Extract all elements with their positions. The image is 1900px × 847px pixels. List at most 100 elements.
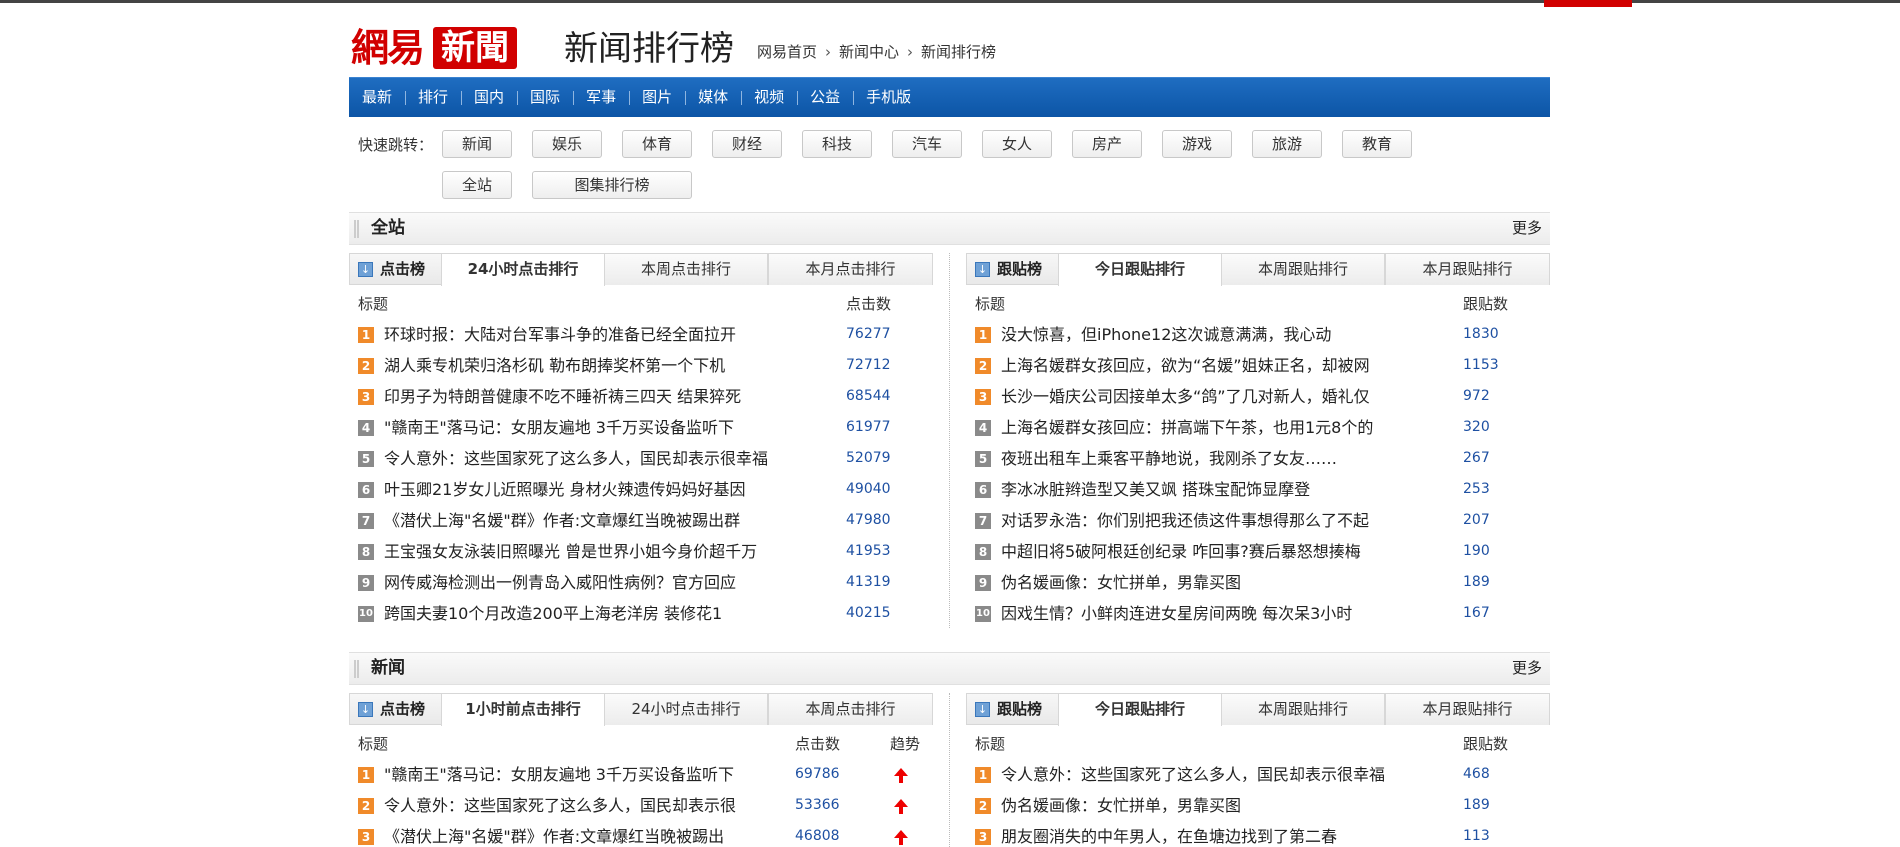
ranking-row[interactable]: 4 "赣南王"落马记：女朋友遍地 3千万买设备监听下 61977	[349, 412, 933, 443]
tab-week-click[interactable]: 本周点击排行	[768, 693, 933, 725]
nav-item-video[interactable]: 视频	[741, 78, 797, 116]
headline-link[interactable]: 令人意外：这些国家死了这么多人，国民却表示很幸福	[1001, 759, 1451, 790]
quick-jump-all-button[interactable]: 全站	[442, 171, 512, 199]
breadcrumb-news-center[interactable]: 新闻中心	[839, 42, 899, 62]
headline-link[interactable]: 长沙一婚庆公司因接单太多“鸽”了几对新人，婚礼仅	[1001, 381, 1451, 412]
ranking-row[interactable]: 10 跨国夫妻10个月改造200平上海老洋房 装修花1 40215	[349, 598, 933, 629]
headline-link[interactable]: 因戏生情？小鲜肉连进女星房间两晚 每次呆3小时	[1001, 598, 1451, 629]
headline-link[interactable]: 中超旧将5破阿根廷创纪录 咋回事?赛后暴怒想揍梅	[1001, 536, 1451, 567]
nav-item-ranking[interactable]: 排行	[405, 78, 461, 116]
count-value: 190	[1463, 543, 1490, 559]
headline-link[interactable]: 夜班出租车上乘客平静地说，我刚杀了女友……	[1001, 443, 1451, 474]
tab-week-follow[interactable]: 本周跟贴排行	[1221, 693, 1385, 725]
tab-month-follow[interactable]: 本月跟贴排行	[1385, 253, 1550, 285]
ranking-row[interactable]: 1 令人意外：这些国家死了这么多人，国民却表示很幸福 468	[966, 759, 1550, 790]
headline-link[interactable]: 上海名媛群女孩回应：拼高端下午茶，也用1元8个的	[1001, 412, 1451, 443]
headline-link[interactable]: 对话罗永浩：你们别把我还债这件事想得那么了不起	[1001, 505, 1451, 536]
ranking-row[interactable]: 9 伪名媛画像：女忙拼单，男靠买图 189	[966, 567, 1550, 598]
headline-link[interactable]: "赣南王"落马记：女朋友遍地 3千万买设备监听下	[384, 759, 784, 790]
quick-jump-entertainment-button[interactable]: 娱乐	[532, 130, 602, 158]
nav-item-international[interactable]: 国际	[517, 78, 573, 116]
tab-24h-click[interactable]: 24小时点击排行	[441, 253, 605, 286]
quick-jump-education-button[interactable]: 教育	[1342, 130, 1412, 158]
nav-item-mobile[interactable]: 手机版	[853, 78, 924, 116]
quick-jump-news-button[interactable]: 新闻	[442, 130, 512, 158]
headline-link[interactable]: 《潜伏上海"名媛"群》作者:文章爆红当晚被踢出群	[384, 505, 834, 536]
ranking-row[interactable]: 5 令人意外：这些国家死了这么多人，国民却表示很幸福 52079	[349, 443, 933, 474]
headline-link[interactable]: 李冰冰脏辫造型又美又飒 搭珠宝配饰显摩登	[1001, 474, 1451, 505]
quick-jump-house-button[interactable]: 房产	[1072, 130, 1142, 158]
rank-badge: 1	[358, 327, 374, 343]
ranking-row[interactable]: 7 《潜伏上海"名媛"群》作者:文章爆红当晚被踢出群 47980	[349, 505, 933, 536]
ranking-row[interactable]: 2 湖人乘专机荣归洛杉矶 勒布朗捧奖杯第一个下机 72712	[349, 350, 933, 381]
headline-link[interactable]: 跨国夫妻10个月改造200平上海老洋房 装修花1	[384, 598, 834, 629]
ranking-row[interactable]: 8 中超旧将5破阿根廷创纪录 咋回事?赛后暴怒想揍梅 190	[966, 536, 1550, 567]
headline-link[interactable]: 伪名媛画像：女忙拼单，男靠买图	[1001, 790, 1451, 821]
headline-link[interactable]: 令人意外：这些国家死了这么多人，国民却表示很	[384, 790, 784, 821]
nav-item-latest[interactable]: 最新	[349, 78, 405, 116]
headline-link[interactable]: 伪名媛画像：女忙拼单，男靠买图	[1001, 567, 1451, 598]
ranking-row[interactable]: 1 没大惊喜，但iPhone12这次诚意满满，我心动 1830	[966, 319, 1550, 350]
ranking-row[interactable]: 4 上海名媛群女孩回应：拼高端下午茶，也用1元8个的 320	[966, 412, 1550, 443]
headline-link[interactable]: 印男子为特朗普健康不吃不睡祈祷三四天 结果猝死	[384, 381, 834, 412]
ranking-row[interactable]: 3 印男子为特朗普健康不吃不睡祈祷三四天 结果猝死 68544	[349, 381, 933, 412]
headline-link[interactable]: 湖人乘专机荣归洛杉矶 勒布朗捧奖杯第一个下机	[384, 350, 834, 381]
more-link[interactable]: 更多	[1512, 213, 1542, 244]
nav-item-charity[interactable]: 公益	[797, 78, 853, 116]
tab-week-click[interactable]: 本周点击排行	[604, 253, 768, 285]
tab-week-follow[interactable]: 本周跟贴排行	[1221, 253, 1385, 285]
headline-link[interactable]: 环球时报：大陆对台军事斗争的准备已经全面拉开	[384, 319, 834, 350]
nav-item-military[interactable]: 军事	[573, 78, 629, 116]
ranking-row[interactable]: 6 叶玉卿21岁女儿近照曝光 身材火辣遗传妈妈好基因 49040	[349, 474, 933, 505]
headline-link[interactable]: 令人意外：这些国家死了这么多人，国民却表示很幸福	[384, 443, 834, 474]
quick-jump-games-button[interactable]: 游戏	[1162, 130, 1232, 158]
headline-link[interactable]: 叶玉卿21岁女儿近照曝光 身材火辣遗传妈妈好基因	[384, 474, 834, 505]
count-value: 207	[1463, 512, 1490, 528]
netease-news-logo[interactable]: 網易 新聞	[351, 26, 518, 70]
nav-item-pictures[interactable]: 图片	[629, 78, 685, 116]
tab-month-follow[interactable]: 本月跟贴排行	[1385, 693, 1550, 725]
quick-jump-women-button[interactable]: 女人	[982, 130, 1052, 158]
ranking-row[interactable]: 7 对话罗永浩：你们别把我还债这件事想得那么了不起 207	[966, 505, 1550, 536]
tab-24h-click[interactable]: 24小时点击排行	[604, 693, 768, 725]
more-link[interactable]: 更多	[1512, 653, 1542, 684]
ranking-row[interactable]: 8 王宝强女友泳装旧照曝光 曾是世界小姐今身价超千万 41953	[349, 536, 933, 567]
ranking-row[interactable]: 9 网传威海检测出一例青岛入威阳性病例？官方回应 41319	[349, 567, 933, 598]
headline-link[interactable]: 《潜伏上海"名媛"群》作者:文章爆红当晚被踢出	[384, 821, 784, 847]
quick-jump-gallery-ranking-button[interactable]: 图集排行榜	[532, 171, 692, 199]
ranking-row[interactable]: 3 长沙一婚庆公司因接单太多“鸽”了几对新人，婚礼仅 972	[966, 381, 1550, 412]
headline-link[interactable]: 没大惊喜，但iPhone12这次诚意满满，我心动	[1001, 319, 1451, 350]
headline-link[interactable]: 朋友圈消失的中年男人，在鱼塘边找到了第二春	[1001, 821, 1451, 847]
quick-jump-tech-button[interactable]: 科技	[802, 130, 872, 158]
ranking-row[interactable]: 2 伪名媛画像：女忙拼单，男靠买图 189	[966, 790, 1550, 821]
ranking-row[interactable]: 5 夜班出租车上乘客平静地说，我刚杀了女友…… 267	[966, 443, 1550, 474]
click-ranking-lead: ↓ 点击榜	[349, 253, 442, 284]
headline-link[interactable]: "赣南王"落马记：女朋友遍地 3千万买设备监听下	[384, 412, 834, 443]
count-value: 49040	[846, 481, 891, 497]
rank-badge: 3	[358, 389, 374, 405]
tab-month-click[interactable]: 本月点击排行	[768, 253, 933, 285]
nav-item-media[interactable]: 媒体	[685, 78, 741, 116]
ranking-row[interactable]: 1 环球时报：大陆对台军事斗争的准备已经全面拉开 76277	[349, 319, 933, 350]
ranking-row[interactable]: 6 李冰冰脏辫造型又美又飒 搭珠宝配饰显摩登 253	[966, 474, 1550, 505]
headline-link[interactable]: 网传威海检测出一例青岛入威阳性病例？官方回应	[384, 567, 834, 598]
nav-item-domestic[interactable]: 国内	[461, 78, 517, 116]
tab-today-follow[interactable]: 今日跟贴排行	[1058, 253, 1222, 286]
ranking-row[interactable]: 3 朋友圈消失的中年男人，在鱼塘边找到了第二春 113	[966, 821, 1550, 847]
tab-1h-click[interactable]: 1小时前点击排行	[441, 693, 605, 726]
quick-jump-sports-button[interactable]: 体育	[622, 130, 692, 158]
tab-today-follow[interactable]: 今日跟贴排行	[1058, 693, 1222, 726]
headline-link[interactable]: 上海名媛群女孩回应，欲为“名媛”姐妹正名，却被网	[1001, 350, 1451, 381]
headline-link[interactable]: 王宝强女友泳装旧照曝光 曾是世界小姐今身价超千万	[384, 536, 834, 567]
ranking-row[interactable]: 2 上海名媛群女孩回应，欲为“名媛”姐妹正名，却被网 1153	[966, 350, 1550, 381]
rank-badge: 2	[358, 798, 374, 814]
ranking-row[interactable]: 10 因戏生情？小鲜肉连进女星房间两晚 每次呆3小时 167	[966, 598, 1550, 629]
breadcrumb-home[interactable]: 网易首页	[757, 42, 817, 62]
quick-jump-auto-button[interactable]: 汽车	[892, 130, 962, 158]
ranking-row[interactable]: 1 "赣南王"落马记：女朋友遍地 3千万买设备监听下 69786	[349, 759, 933, 790]
quick-jump-travel-button[interactable]: 旅游	[1252, 130, 1322, 158]
ranking-row[interactable]: 3 《潜伏上海"名媛"群》作者:文章爆红当晚被踢出 46808	[349, 821, 933, 847]
chevron-right-icon: ›	[825, 43, 832, 61]
quick-jump-finance-button[interactable]: 财经	[712, 130, 782, 158]
ranking-row[interactable]: 2 令人意外：这些国家死了这么多人，国民却表示很 53366	[349, 790, 933, 821]
